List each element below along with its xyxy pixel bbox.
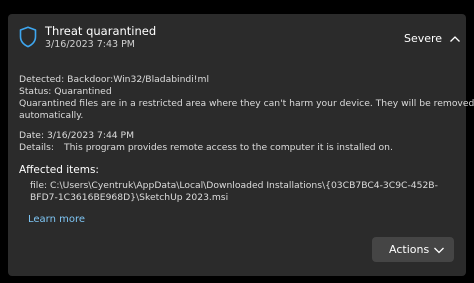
details-text: This program provides remote access to t…: [64, 142, 393, 153]
chevron-down-icon: [434, 247, 444, 254]
affected-items-heading: Affected items:: [19, 164, 99, 176]
status-line: Status: Quarantined: [19, 86, 112, 97]
severity-label: Severe: [404, 32, 443, 45]
actions-button-label: Actions: [389, 243, 430, 256]
affected-file-path-line1: file: C:\Users\Cyentruk\AppData\Local\Do…: [30, 180, 438, 191]
details-label: Details:: [19, 142, 54, 153]
date-line: Date: 3/16/2023 7:44 PM: [19, 130, 135, 141]
shield-icon: [19, 26, 37, 48]
threat-notification-card: Threat quarantined 3/16/2023 7:43 PM Sev…: [8, 14, 474, 276]
quarantine-message-line1: Quarantined files are in a restricted ar…: [19, 98, 474, 109]
learn-more-link[interactable]: Learn more: [28, 214, 85, 225]
actions-button[interactable]: Actions: [372, 237, 454, 262]
affected-file-path-line2: BFD7-1C3616BE968D}\SketchUp 2023.msi: [30, 192, 229, 203]
notification-header[interactable]: Threat quarantined 3/16/2023 7:43 PM Sev…: [8, 14, 466, 58]
quarantine-message-line2: automatically.: [19, 110, 84, 121]
notification-title: Threat quarantined: [45, 24, 157, 38]
chevron-up-icon[interactable]: [449, 34, 461, 44]
detected-line: Detected: Backdoor:Win32/Bladabindi!ml: [19, 74, 209, 85]
notification-timestamp: 3/16/2023 7:43 PM: [45, 39, 136, 50]
